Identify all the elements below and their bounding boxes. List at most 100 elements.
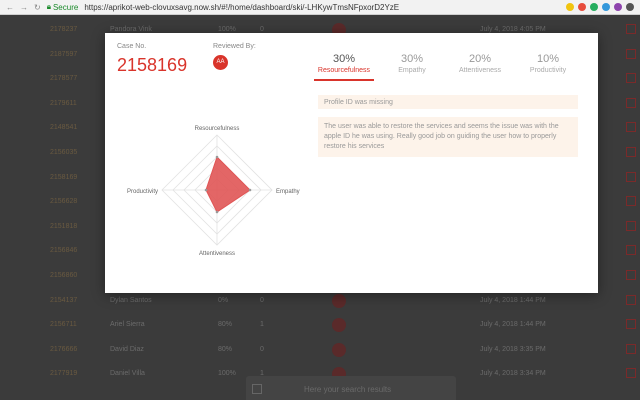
case-id: 2179611 [50,99,77,107]
agent-name: Dylan Santos [110,296,152,304]
edit-icon[interactable] [626,343,636,354]
score-category: Empathy [398,67,426,74]
count-value: 1 [260,321,264,329]
forward-icon[interactable]: → [20,3,28,12]
active-underline [314,79,374,81]
extension-icon[interactable] [590,3,598,11]
score-percent: 10% [536,53,560,65]
date-value: July 4, 2018 4:05 PM [480,26,546,33]
axis-label: Empathy [276,189,300,195]
avatar [332,342,346,357]
score-category: Attentiveness [458,67,502,74]
radar-point [215,155,219,159]
avatar [332,293,346,308]
score-value: 80% [218,345,233,353]
case-id: 2187597 [50,50,78,58]
browser-bar: ← → ↻ 🔒︎ Secure https://aprikot-web-clov… [0,0,640,15]
search-results-bar: Here your search results [246,376,456,400]
extension-icon[interactable] [602,3,610,11]
case-id: 2178577 [50,75,78,83]
tab-attentiveness[interactable]: 20% Attentiveness [446,53,514,74]
edit-icon[interactable] [626,48,636,59]
case-id: 2156846 [50,247,78,255]
extensions [566,3,640,11]
radar-point [248,188,252,192]
case-id: 2176666 [50,345,78,353]
edit-icon[interactable] [626,270,636,280]
case-id: 2151818 [50,222,78,230]
nav-buttons: ← → ↻ [0,3,47,12]
document-icon [252,384,262,394]
address-bar[interactable]: https://aprikot-web-clovuxsavg.now.sh/#!… [84,3,566,12]
edit-icon[interactable] [626,171,636,182]
axis-label: Resourcefulness [195,126,240,132]
case-id: 2156628 [50,198,78,206]
score-category: Resourcefulness [317,67,371,74]
score-value: 100% [218,26,236,33]
note-item: Profile ID was missing [318,95,578,109]
star-icon[interactable] [566,3,574,11]
case-id: 2178237 [50,26,78,33]
score-value: 0% [218,296,229,304]
extension-icon[interactable] [614,3,622,11]
tab-resourcefulness[interactable]: 30% Resourcefulness [310,53,378,81]
date-value: July 4, 2018 3:34 PM [480,370,546,378]
axis-label: Attentiveness [199,251,235,257]
radar-chart: Resourcefulness Empathy Attentiveness Produ… [127,126,300,257]
lock-icon: 🔒︎ [46,2,51,11]
menu-icon[interactable] [626,3,634,11]
count-value: 0 [260,26,264,33]
radar-point [215,210,219,214]
case-id: 2148541 [50,124,78,132]
case-number: 2158169 [117,55,188,75]
case-id: 2156860 [50,272,78,279]
case-id: 2156035 [50,149,78,156]
agent-name: David Diaz [110,345,144,353]
agent-name: Pandora Vink [110,26,152,33]
edit-icon[interactable] [626,368,636,379]
case-id: 2177919 [50,370,78,378]
edit-icon[interactable] [626,196,636,207]
search-results-text: Here your search results [304,385,392,394]
back-icon[interactable]: ← [6,3,14,12]
edit-icon[interactable] [626,319,636,330]
avatar [332,318,346,333]
case-id: 2154137 [50,296,78,304]
case-id: 2156711 [50,321,77,329]
edit-icon[interactable] [626,122,636,133]
case-review-modal: Case No. 2158169 Reviewed By: AA 30% Res… [105,33,598,293]
edit-icon[interactable] [626,294,636,305]
score-category: Productivity [529,67,567,74]
edit-icon[interactable] [626,147,636,157]
extension-icon[interactable] [578,3,586,11]
table-row[interactable]: 2156711 Ariel Sierra 80% 1 July 4, 2018 1:44… [0,314,640,336]
edit-icon[interactable] [626,24,636,34]
agent-name: Ariel Sierra [110,321,145,329]
edit-icon[interactable] [626,245,636,256]
tab-empathy[interactable]: 30% Empathy [378,53,446,74]
reload-icon[interactable]: ↻ [34,3,41,12]
case-id: 2158169 [50,173,78,181]
date-value: July 4, 2018 3:35 PM [480,345,546,353]
count-value: 0 [260,296,264,304]
reviewed-by-label: Reviewed By: [213,43,256,50]
score-value: 80% [218,321,233,329]
agent-name: Daniel Villa [110,370,145,378]
table-row[interactable]: 2176666 David Diaz 80% 0 July 4, 2018 3:35 P… [0,339,640,361]
date-value: July 4, 2018 1:44 PM [480,321,546,329]
tab-productivity[interactable]: 10% Productivity [514,53,582,74]
radar-area [205,156,251,213]
edit-icon[interactable] [626,220,636,231]
count-value: 0 [260,345,264,353]
secure-label: Secure [52,2,79,12]
note-item: The user was able to restore the service… [318,117,578,157]
score-value: 100% [218,370,236,378]
edit-icon[interactable] [626,73,636,84]
date-value: July 4, 2018 1:44 PM [480,296,546,304]
score-percent: 30% [332,53,356,65]
axis-label: Productivity [127,189,158,195]
case-label: Case No. [117,43,147,50]
reviewer-avatar[interactable]: AA [213,55,228,70]
edit-icon[interactable] [626,97,636,108]
score-percent: 30% [400,53,424,65]
